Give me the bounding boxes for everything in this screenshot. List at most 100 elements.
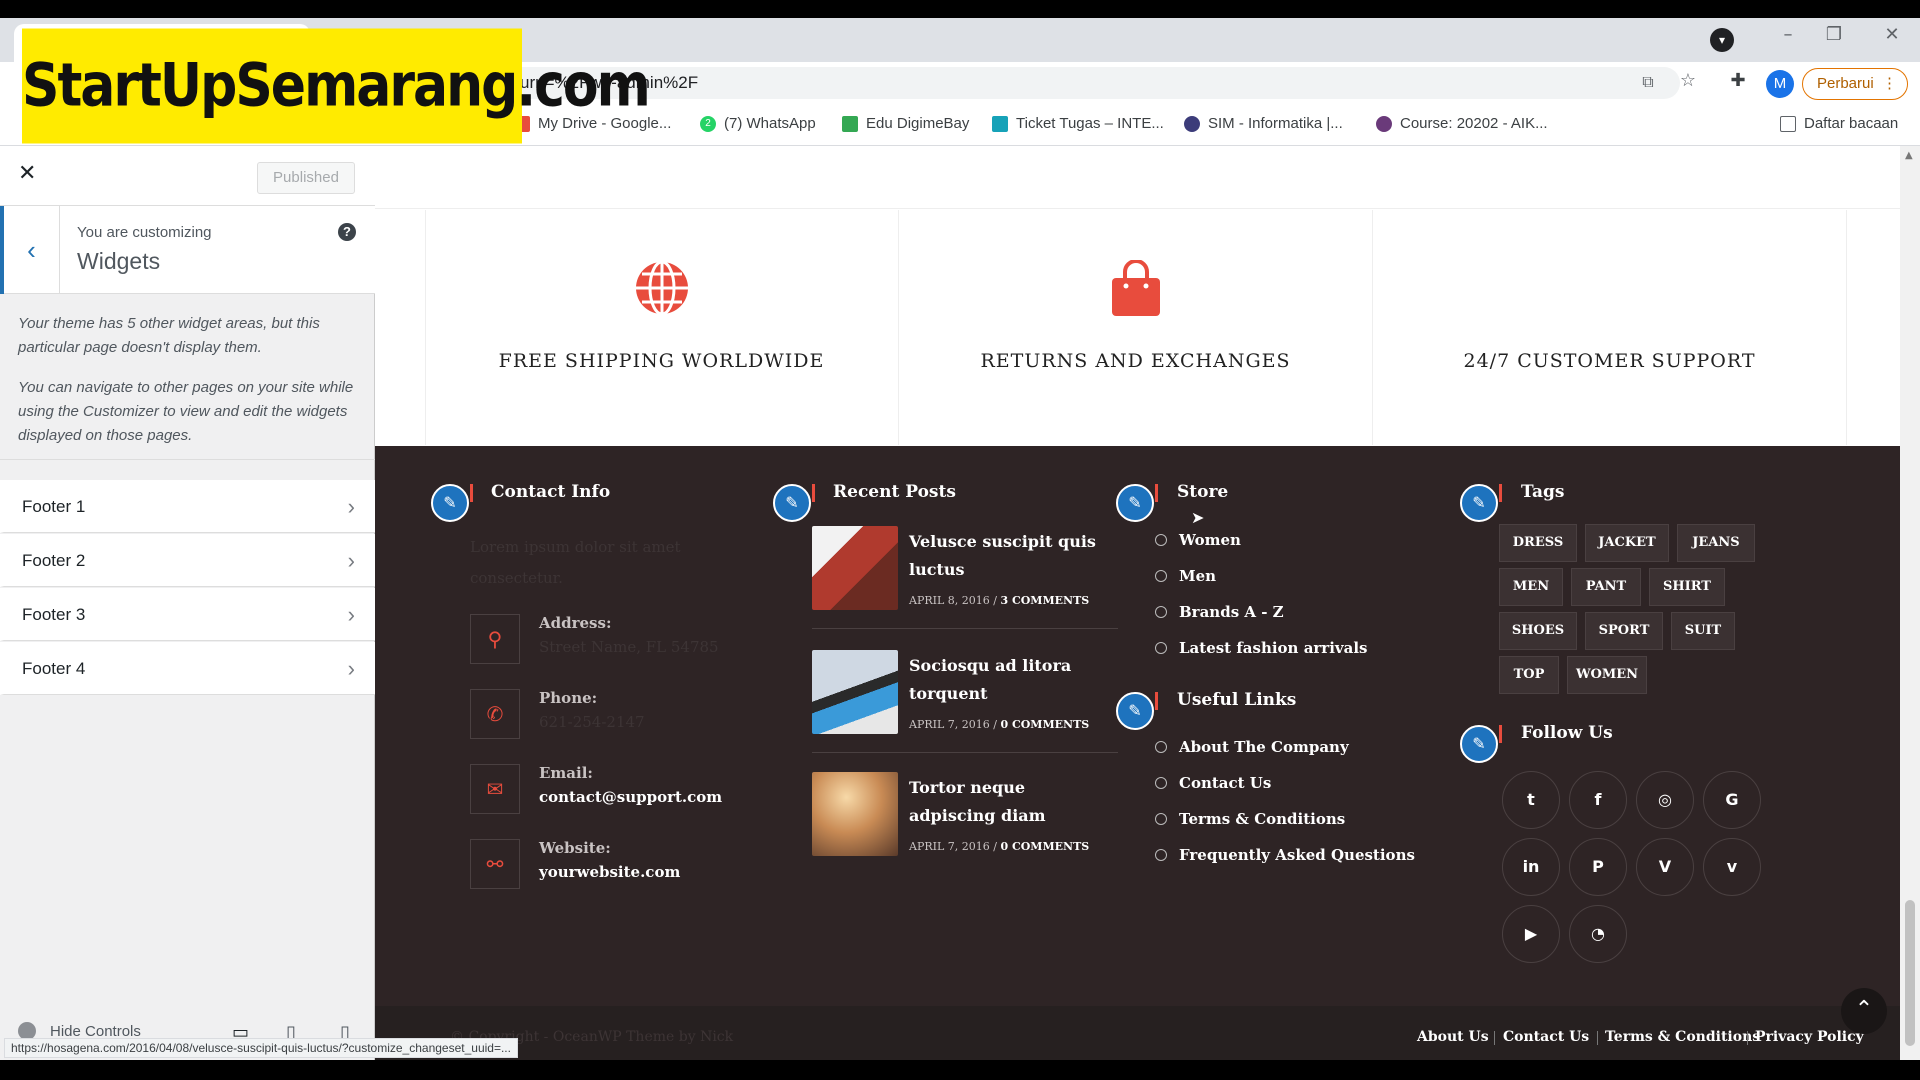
feature-returns: RETURNS AND EXCHANGES (899, 210, 1373, 445)
footer-item-label: Footer 4 (22, 659, 86, 678)
useful-link-label: Frequently Asked Questions (1179, 846, 1415, 864)
footer-link[interactable]: About Us (1417, 1029, 1489, 1045)
store-link[interactable]: Men (1155, 567, 1216, 585)
useful-link-label: Terms & Conditions (1179, 810, 1346, 828)
tag-button[interactable]: DRESS (1499, 524, 1577, 562)
update-button[interactable]: Perbarui ⋮ (1802, 68, 1908, 100)
restore-icon[interactable]: ❐ (1814, 24, 1854, 45)
bookmark-item[interactable]: Edu DigimeBay (842, 115, 969, 132)
close-icon[interactable]: ✕ (18, 160, 36, 186)
address-bar[interactable]: urn=%2Fwp-admin%2F (490, 67, 1680, 99)
divider (1494, 1031, 1495, 1045)
shopping-bag-icon (1112, 260, 1160, 316)
help-icon[interactable]: ? (338, 223, 356, 241)
store-link-label: Men (1179, 567, 1217, 585)
instagram-icon[interactable]: ◎ (1636, 771, 1694, 829)
feature-title: RETURNS AND EXCHANGES (980, 350, 1291, 372)
edit-pencil-icon[interactable]: ✎ (773, 484, 811, 522)
email-link[interactable]: contact@support.com (539, 788, 722, 806)
scroll-top-icon[interactable]: ⌃ (1841, 988, 1887, 1034)
linkedin-icon[interactable]: in (1502, 838, 1560, 896)
edit-pencil-icon[interactable]: ✎ (1116, 692, 1154, 730)
reading-list-label: Daftar bacaan (1804, 115, 1899, 132)
youtube-icon[interactable]: ▶ (1502, 905, 1560, 963)
tag-button[interactable]: SPORT (1585, 612, 1663, 650)
post-title[interactable]: Velusce suscipit quis luctus (909, 528, 1109, 584)
edit-pencil-icon[interactable]: ✎ (1116, 484, 1154, 522)
post-comments[interactable]: 3 COMMENTS (1000, 594, 1089, 607)
tab-search-icon[interactable]: ▾ (1710, 28, 1734, 52)
section-title: Widgets (77, 248, 161, 274)
circle-bullet-icon (1155, 849, 1167, 861)
post-comments[interactable]: 0 COMMENTS (1000, 840, 1089, 853)
footer-link[interactable]: Contact Us (1503, 1029, 1589, 1045)
circle-bullet-icon (1155, 741, 1167, 753)
tag-button[interactable]: SUIT (1671, 612, 1735, 650)
tag-button[interactable]: SHIRT (1649, 568, 1725, 606)
bookmark-star-icon[interactable]: ☆ (1676, 70, 1700, 91)
scroll-up-arrow-icon[interactable]: ▲ (1905, 150, 1913, 161)
bookmark-item[interactable]: Course: 20202 - AIK... (1376, 115, 1548, 132)
phone-label: Phone: (539, 689, 598, 707)
facebook-icon[interactable]: f (1569, 771, 1627, 829)
customizer-header: ✕ Published (0, 146, 375, 206)
vine-icon[interactable]: v (1703, 838, 1761, 896)
post-comments[interactable]: 0 COMMENTS (1000, 718, 1089, 731)
edit-pencil-icon[interactable]: ✎ (431, 484, 469, 522)
footer-link[interactable]: Privacy Policy (1755, 1029, 1864, 1045)
post-meta: APRIL 8, 2016 / 3 COMMENTS (909, 594, 1090, 607)
circle-bullet-icon (1155, 570, 1167, 582)
post-thumbnail[interactable] (812, 772, 898, 856)
useful-link[interactable]: Contact Us (1155, 774, 1271, 792)
twitter-icon[interactable]: t (1502, 771, 1560, 829)
edit-pencil-icon[interactable]: ✎ (1460, 484, 1498, 522)
sim-icon (1184, 115, 1200, 132)
store-link[interactable]: Brands A - Z (1155, 603, 1284, 621)
store-link[interactable]: Women (1155, 531, 1241, 549)
footer-4-item[interactable]: Footer 4 › (0, 642, 375, 695)
scrollbar[interactable]: ▲ (1900, 146, 1920, 1060)
scrollbar-thumb[interactable] (1905, 900, 1915, 1046)
website-link[interactable]: yourwebsite.com (539, 863, 680, 881)
useful-link[interactable]: About The Company (1155, 738, 1349, 756)
published-button[interactable]: Published (257, 162, 355, 194)
rss-icon[interactable]: ◔ (1569, 905, 1627, 963)
post-thumbnail[interactable] (812, 650, 898, 734)
translate-icon[interactable]: ⧉ (1636, 72, 1660, 92)
post-thumbnail[interactable] (812, 526, 898, 610)
footer-2-item[interactable]: Footer 2 › (0, 534, 375, 587)
accent-bar (470, 484, 473, 502)
leaf-icon (842, 115, 858, 132)
useful-link[interactable]: Frequently Asked Questions (1155, 846, 1415, 864)
vimeo-square-icon[interactable]: V (1636, 838, 1694, 896)
reading-list[interactable]: Daftar bacaan (1780, 115, 1898, 132)
google-plus-icon[interactable]: G (1703, 771, 1761, 829)
tag-button[interactable]: JEANS (1677, 524, 1755, 562)
footer-3-item[interactable]: Footer 3 › (0, 588, 375, 641)
back-chevron-icon[interactable]: ‹ (0, 206, 60, 294)
tag-button[interactable]: JACKET (1585, 524, 1669, 562)
edit-pencil-icon[interactable]: ✎ (1460, 725, 1498, 763)
bookmark-item[interactable]: Ticket Tugas – INTE... (992, 115, 1164, 132)
tag-button[interactable]: TOP (1499, 656, 1559, 694)
close-window-icon[interactable]: ✕ (1872, 24, 1912, 45)
profile-avatar[interactable]: M (1766, 70, 1794, 98)
tag-button[interactable]: SHOES (1499, 612, 1577, 650)
bookmark-item[interactable]: 2 (7) WhatsApp (700, 115, 816, 132)
useful-link[interactable]: Terms & Conditions (1155, 810, 1345, 828)
mouse-cursor-icon: ➤ (1191, 508, 1205, 527)
pinterest-icon[interactable]: P (1569, 838, 1627, 896)
minimize-icon[interactable]: – (1768, 24, 1808, 45)
store-link[interactable]: Latest fashion arrivals (1155, 639, 1368, 657)
tag-button[interactable]: WOMEN (1567, 656, 1647, 694)
accent-bar (1499, 725, 1502, 743)
footer-1-item[interactable]: Footer 1 › (0, 480, 375, 533)
tag-button[interactable]: PANT (1571, 568, 1641, 606)
post-title[interactable]: Sociosqu ad litora torquent (909, 652, 1109, 708)
tag-button[interactable]: MEN (1499, 568, 1563, 606)
address-label: Address: (539, 614, 612, 632)
bookmark-item[interactable]: SIM - Informatika |... (1184, 115, 1343, 132)
post-title[interactable]: Tortor neque adpiscing diam (909, 774, 1109, 830)
extensions-icon[interactable]: ✚ (1726, 70, 1750, 91)
footer-link[interactable]: Terms & Conditions (1605, 1029, 1760, 1045)
